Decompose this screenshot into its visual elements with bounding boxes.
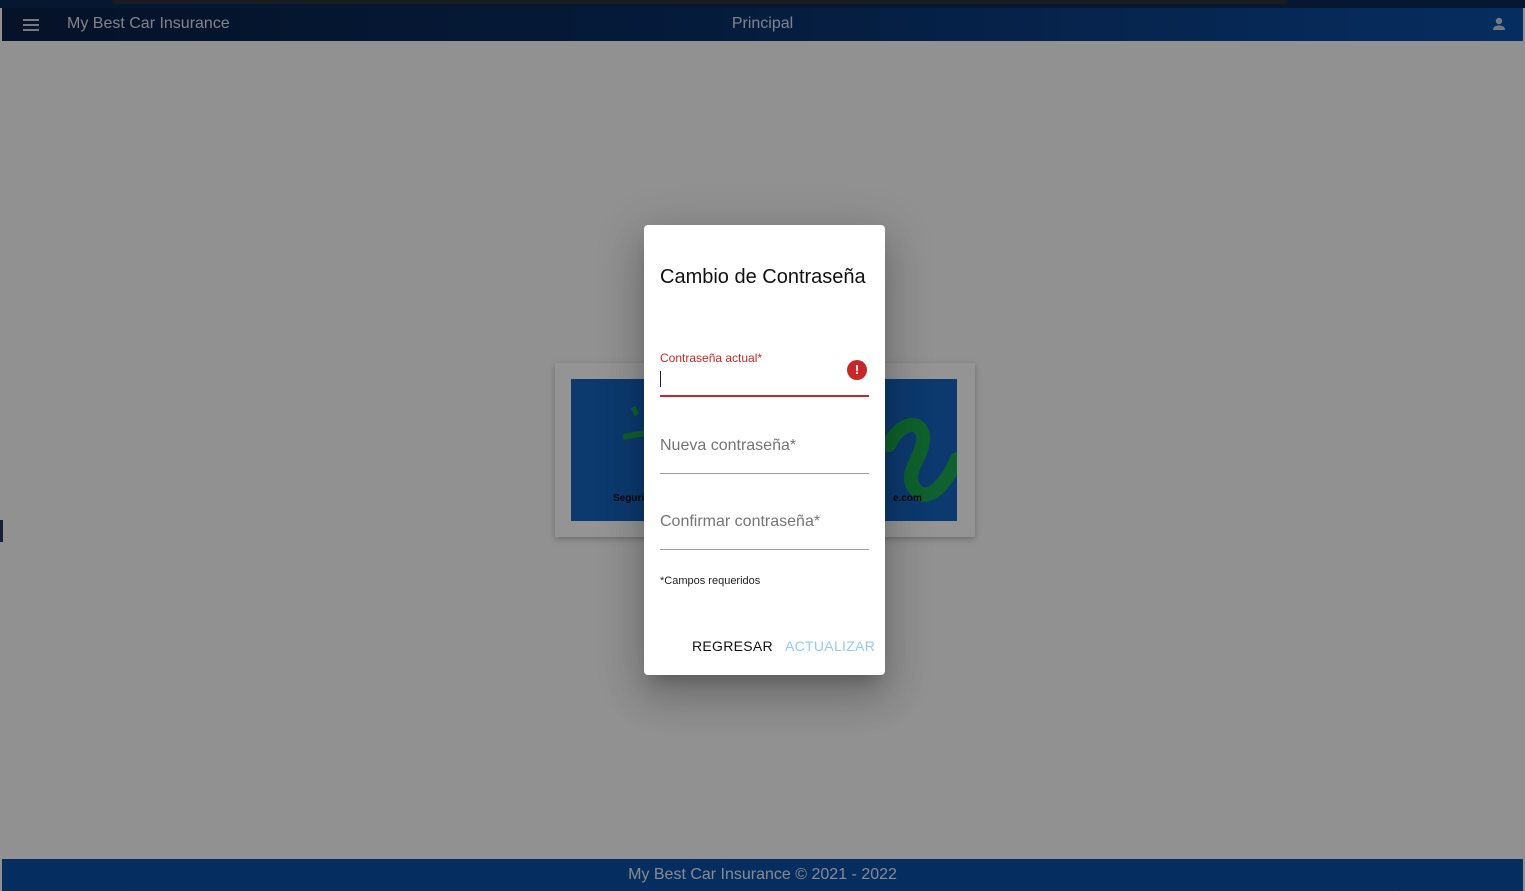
confirm-password-field: Confirmar contraseña* [660,501,869,551]
new-password-underline [660,473,869,474]
dialog-title: Cambio de Contraseña [660,266,866,288]
current-password-input[interactable] [660,369,840,391]
confirm-password-input[interactable] [660,511,869,537]
new-password-input[interactable] [660,435,869,461]
text-caret [660,371,661,387]
required-fields-note: *Campos requeridos [660,575,761,587]
change-password-dialog: Cambio de Contraseña Contraseña actual* … [644,225,885,675]
back-button[interactable]: REGRESAR [692,638,773,654]
update-button[interactable]: ACTUALIZAR [785,638,875,654]
confirm-password-underline [660,549,869,550]
current-password-label: Contraseña actual* [660,351,763,365]
current-password-field: Contraseña actual* ! [660,349,869,399]
app-root: My Best Car Insurance Principal Seguri e… [0,0,1525,891]
new-password-field: Nueva contraseña* [660,425,869,475]
error-icon: ! [847,360,867,380]
current-password-underline [660,395,869,397]
